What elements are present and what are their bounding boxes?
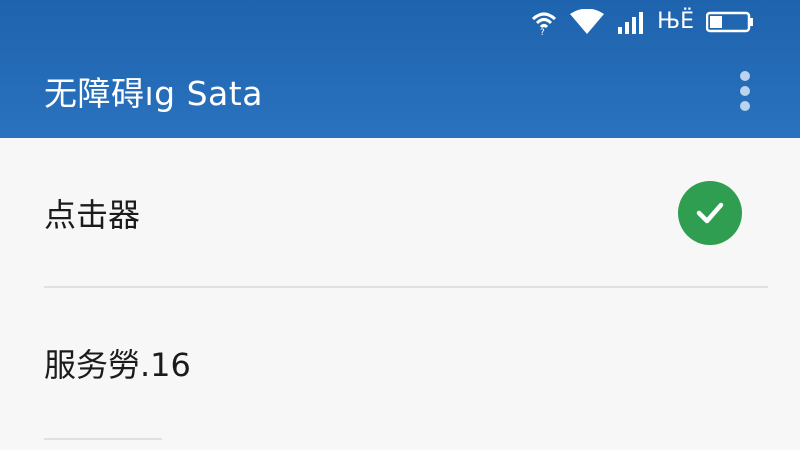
- wifi-signal-icon: [569, 7, 605, 37]
- divider: [44, 438, 162, 440]
- svg-text:?: ?: [540, 28, 545, 35]
- battery-icon: [706, 7, 754, 37]
- wifi-icon: ?: [531, 7, 557, 37]
- list-item-label: 点击器: [44, 196, 141, 234]
- header: ? ЊЁ 无障碍ıg Sata: [0, 0, 800, 138]
- more-vert-icon[interactable]: [730, 71, 760, 111]
- app-bar: 无障碍ıg Sata: [0, 44, 800, 138]
- list-item-service[interactable]: 服务勞.16: [0, 288, 800, 438]
- menu-dot: [740, 101, 750, 111]
- status-bar: ? ЊЁ: [0, 0, 800, 44]
- page-title: 无障碍ıg Sata: [44, 74, 263, 113]
- menu-dot: [740, 86, 750, 96]
- check-circle-icon: [678, 181, 742, 245]
- list-item-clicker[interactable]: 点击器: [0, 138, 800, 288]
- settings-list: 点击器 服务勞.16: [0, 138, 800, 450]
- data-activity-icon: ЊЁ: [657, 9, 694, 34]
- cell-signal-icon: [617, 7, 645, 37]
- screen: ? ЊЁ 无障碍ıg Sata 点击器 服务勞.16: [0, 0, 800, 450]
- list-item-label: 服务勞.16: [44, 346, 191, 384]
- menu-dot: [740, 71, 750, 81]
